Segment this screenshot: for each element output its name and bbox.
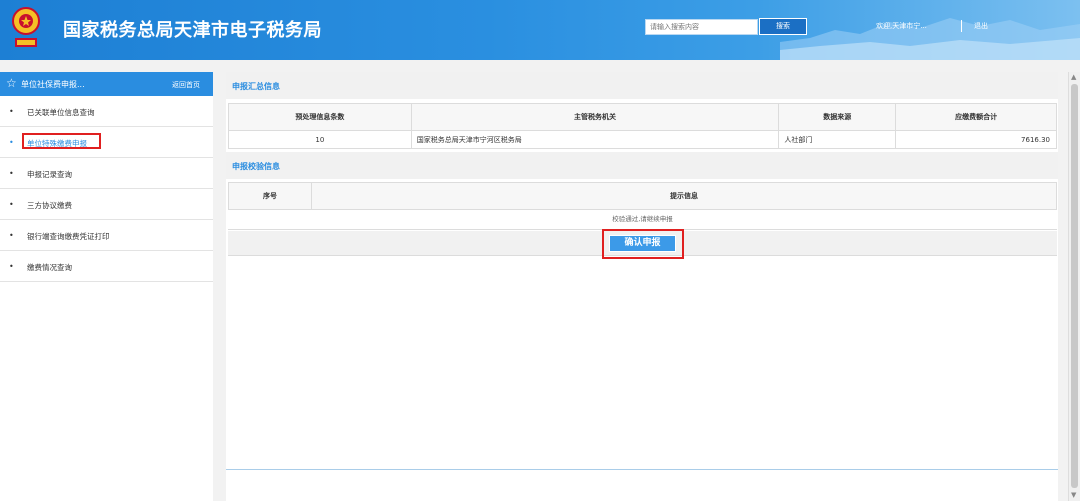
search-input[interactable] xyxy=(645,19,758,35)
top-header: 国家税务总局天津市电子税务局 搜索 欢迎,天津市宁... 退出 xyxy=(0,0,1080,60)
sidebar-item-label: 缴费情况查询 xyxy=(27,263,72,272)
column-header: 应缴费额合计 xyxy=(895,103,1057,131)
sidebar-item-linked-unit-query[interactable]: • 已关联单位信息查询 xyxy=(0,96,213,127)
column-header: 序号 xyxy=(228,182,312,210)
sidebar-header: ☆ 单位社保费申报... 返回首页 xyxy=(0,72,213,96)
scroll-thumb[interactable] xyxy=(1071,84,1078,488)
page-scrollbar[interactable]: ▲ ▼ xyxy=(1068,72,1080,501)
sidebar-item-payment-status-query[interactable]: • 缴费情况查询 xyxy=(0,251,213,282)
validation-section-header: 申报校验信息 xyxy=(226,152,1058,179)
scroll-up-icon[interactable]: ▲ xyxy=(1071,73,1076,81)
column-header: 数据来源 xyxy=(778,103,897,131)
star-icon: ☆ xyxy=(6,76,17,90)
data-source-cell: 人社部门 xyxy=(778,130,897,149)
bullet-icon: • xyxy=(9,107,14,116)
column-header: 主管税务机关 xyxy=(410,103,780,131)
table-row: 10 国家税务总局天津市宁河区税务局 人社部门 7616.30 xyxy=(228,130,1057,149)
scroll-down-icon[interactable]: ▼ xyxy=(1071,491,1076,499)
sidebar-item-bank-voucher-print[interactable]: • 银行端查询缴费凭证打印 xyxy=(0,220,213,251)
column-header: 预处理信息条数 xyxy=(228,103,412,131)
summary-table: 预处理信息条数 主管税务机关 数据来源 应缴费额合计 10 国家税务总局天津市宁… xyxy=(228,103,1057,149)
summary-section-title: 申报汇总信息 xyxy=(232,82,280,91)
validation-header-row: 序号 提示信息 xyxy=(228,182,1058,210)
record-count-cell: 10 xyxy=(228,130,412,149)
great-wall-decoration xyxy=(780,18,1080,60)
column-header: 提示信息 xyxy=(310,182,1058,210)
tax-authority-cell: 国家税务总局天津市宁河区税务局 xyxy=(410,130,780,149)
return-home-link[interactable]: 返回首页 xyxy=(172,80,200,90)
summary-section-header: 申报汇总信息 xyxy=(226,72,1058,99)
sidebar-item-label: 已关联单位信息查询 xyxy=(27,108,95,117)
tax-emblem-icon xyxy=(12,7,40,47)
bullet-icon: • xyxy=(9,200,14,209)
sidebar-item-declaration-records[interactable]: • 申报记录查询 xyxy=(0,158,213,189)
sidebar-title: 单位社保费申报... xyxy=(21,80,85,89)
validation-section-title: 申报校验信息 xyxy=(232,162,280,171)
bullet-icon: • xyxy=(9,231,14,240)
sidebar-highlight-box xyxy=(22,133,101,149)
confirm-highlight-box xyxy=(602,229,684,259)
validation-table: 序号 提示信息 xyxy=(228,182,1058,210)
bullet-icon: • xyxy=(9,138,14,147)
summary-header-row: 预处理信息条数 主管税务机关 数据来源 应缴费额合计 xyxy=(228,103,1057,131)
bullet-icon: • xyxy=(9,169,14,178)
sidebar-item-label: 三方协议缴费 xyxy=(27,201,72,210)
bullet-icon: • xyxy=(9,262,14,271)
bottom-divider xyxy=(226,469,1058,470)
sidebar-item-label: 银行端查询缴费凭证打印 xyxy=(27,232,110,241)
site-title: 国家税务总局天津市电子税务局 xyxy=(63,20,322,41)
main-content: 申报汇总信息 预处理信息条数 主管税务机关 数据来源 应缴费额合计 10 国家税… xyxy=(226,72,1058,501)
welcome-user-text: 欢迎,天津市宁... xyxy=(876,22,927,30)
header-separator xyxy=(961,20,962,32)
total-amount-cell: 7616.30 xyxy=(895,130,1057,149)
logout-link[interactable]: 退出 xyxy=(974,21,988,31)
sidebar-item-label: 申报记录查询 xyxy=(27,170,72,179)
search-button[interactable]: 搜索 xyxy=(759,18,807,35)
validation-message: 校验通过,请继续申报 xyxy=(228,209,1057,230)
sidebar-item-tripartite-payment[interactable]: • 三方协议缴费 xyxy=(0,189,213,220)
